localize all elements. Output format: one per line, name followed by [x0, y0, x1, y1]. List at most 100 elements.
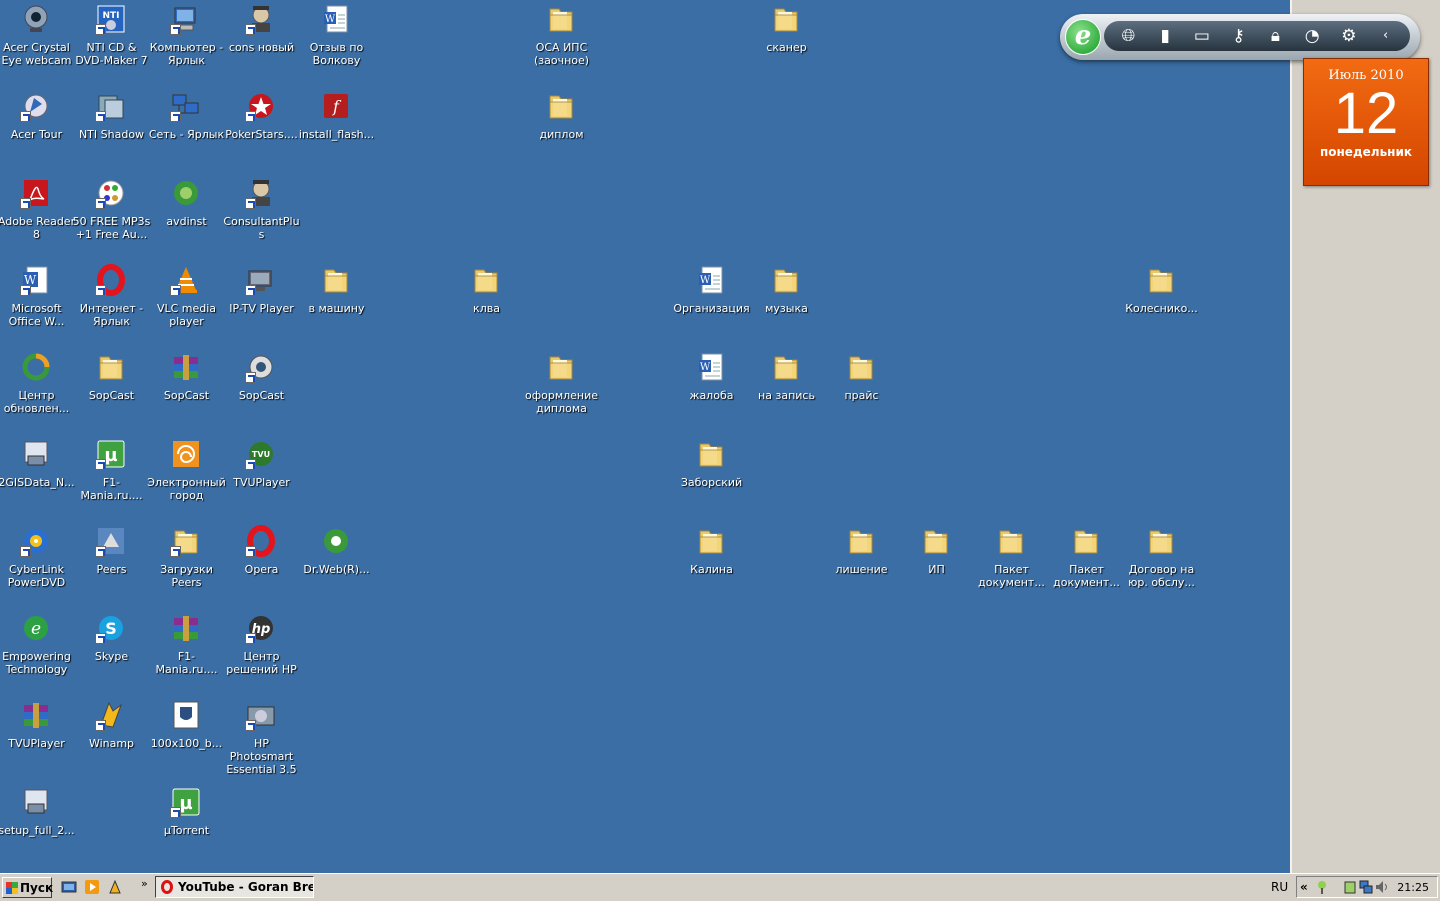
desktop-icon[interactable]: setup_full_2...: [0, 783, 75, 869]
desktop-icon-label: жалоба: [689, 389, 734, 402]
desktop-icon[interactable]: оформление диплома: [524, 348, 599, 434]
desktop-icon-label: Opera: [244, 563, 279, 576]
gauge-icon[interactable]: ◔: [1299, 23, 1325, 49]
desktop-icon[interactable]: Opera: [224, 522, 299, 608]
calendar-weekday: понедельник: [1319, 145, 1412, 159]
desktop-icon[interactable]: HP Photosmart Essential 3.5: [224, 696, 299, 782]
desktop-icon-label: TVUPlayer: [8, 737, 65, 750]
empowering-logo-icon[interactable]: e: [1065, 19, 1101, 55]
desktop-icon[interactable]: SopCast: [74, 348, 149, 434]
desktop-icon[interactable]: Adobe Reader 8: [0, 174, 75, 260]
calendar-gadget[interactable]: Июль 2010 12 понедельник: [1303, 58, 1429, 186]
desktop-icon[interactable]: W Microsoft Office W...: [0, 261, 74, 347]
desktop-icon[interactable]: Winamp: [74, 696, 149, 782]
language-indicator[interactable]: RU: [1271, 880, 1288, 894]
tray-expand-icon[interactable]: «: [1300, 880, 1308, 894]
svg-text:W: W: [700, 275, 711, 286]
desktop-icon[interactable]: SopCast: [149, 348, 224, 434]
desktop-icon[interactable]: ОСА ИПС (заочное): [524, 0, 599, 86]
desktop-icon[interactable]: PokerStars....: [224, 87, 299, 173]
desktop-icon[interactable]: Dr.Web(R)...: [299, 522, 374, 608]
desktop-icon[interactable]: S Skype: [74, 609, 149, 695]
desktop-icon[interactable]: µ µTorrent: [149, 783, 224, 869]
desktop-icon[interactable]: Электронный город: [147, 435, 226, 521]
desktop-icon[interactable]: Загрузки Peers: [149, 522, 224, 608]
desktop-icon[interactable]: Колеснико...: [1124, 261, 1199, 347]
desktop-icon[interactable]: IP-TV Player: [224, 261, 299, 347]
desktop-icon[interactable]: F1-Mania.ru....: [149, 609, 224, 695]
globe-icon[interactable]: 🌐︎: [1115, 23, 1141, 49]
desktop-icon[interactable]: µ F1-Mania.ru....: [74, 435, 149, 521]
desktop-icon[interactable]: Интернет - Ярлык: [74, 261, 149, 347]
desktop-icon[interactable]: Acer Tour: [0, 87, 74, 173]
folder-icon: [995, 525, 1027, 557]
desktop-icon[interactable]: f install_flash...: [299, 87, 374, 173]
desktop-icon[interactable]: Центр обновлен...: [0, 348, 74, 434]
svg-text:W: W: [325, 14, 336, 25]
desktop-icon[interactable]: avdinst: [149, 174, 224, 260]
quick-launch-chevron-icon[interactable]: »: [141, 877, 148, 890]
battery-icon[interactable]: ▮: [1152, 23, 1178, 49]
desktop-icon[interactable]: Компьютер - Ярлык: [149, 0, 224, 86]
desktop-icon[interactable]: Сеть - Ярлык: [149, 87, 224, 173]
desktop-icon[interactable]: 100x100_b...: [149, 696, 224, 782]
desktop-icon[interactable]: прайс: [824, 348, 899, 434]
projector-icon[interactable]: ▭: [1189, 23, 1215, 49]
shortcut-arrow-icon: [95, 546, 106, 557]
desktop-icon[interactable]: ConsultantPlus: [223, 174, 300, 260]
network-status-icon[interactable]: [1315, 880, 1329, 894]
desktop-icon-label: CyberLink PowerDVD: [7, 563, 66, 589]
desktop-icon[interactable]: Пакет документ...: [974, 522, 1049, 608]
shortcut-arrow-icon: [95, 198, 106, 209]
desktop-icon[interactable]: диплом: [524, 87, 599, 173]
volume-icon[interactable]: [1375, 880, 1389, 894]
desktop-icon[interactable]: VLC media player: [149, 261, 224, 347]
shortcut-arrow-icon: [170, 285, 181, 296]
desktop-icon[interactable]: SopCast: [224, 348, 299, 434]
desktop-icon-label: Калина: [690, 563, 733, 576]
desktop-icon[interactable]: клва: [449, 261, 524, 347]
desktop-icon[interactable]: NTI NTI CD & DVD-Maker 7: [74, 0, 149, 86]
desktop-icon[interactable]: hp Центр решений HP: [224, 609, 299, 695]
taskbar-window-button[interactable]: YouTube - Goran Breg...: [155, 876, 314, 898]
desktop-icon[interactable]: e Empowering Technology: [0, 609, 74, 695]
desktop-icon[interactable]: на запись: [749, 348, 824, 434]
key-icon[interactable]: ⚷: [1226, 23, 1252, 49]
gear-icon[interactable]: ⚙: [1336, 23, 1362, 49]
desktop-icon[interactable]: сканер: [749, 0, 824, 86]
desktop-icon[interactable]: лишение: [824, 522, 899, 608]
desktop-icon[interactable]: музыка: [749, 261, 824, 347]
show-desktop-icon[interactable]: [61, 879, 77, 895]
clock[interactable]: 21:25: [1397, 881, 1429, 894]
desktop-icon-label: setup_full_2...: [0, 824, 75, 837]
desktop-icon[interactable]: Wжалоба: [674, 348, 749, 434]
desktop-icon[interactable]: Peers: [74, 522, 149, 608]
winamp-icon[interactable]: [107, 879, 123, 895]
media-player-icon[interactable]: [84, 879, 100, 895]
desktop-icon-label: F1-Mania.ru....: [155, 650, 218, 676]
network-connection-icon[interactable]: [1359, 880, 1373, 894]
desktop-icon[interactable]: 2GISData_N...: [0, 435, 75, 521]
word-doc-icon: W: [320, 3, 352, 35]
svg-text:TVU: TVU: [252, 450, 270, 459]
desktop-icon[interactable]: W Организация: [673, 261, 750, 347]
desktop-icon[interactable]: Пакет документ...: [1049, 522, 1124, 608]
desktop-icon[interactable]: Acer Crystal Eye webcam: [0, 0, 74, 86]
desktop-icon[interactable]: Калина: [674, 522, 749, 608]
folder-icon: [770, 3, 802, 35]
desktop-icon[interactable]: Заборский: [674, 435, 749, 521]
desktop-icon[interactable]: NTI Shadow: [74, 87, 149, 173]
desktop-icon[interactable]: ИП: [899, 522, 974, 608]
desktop-icon[interactable]: TVU TVUPlayer: [224, 435, 299, 521]
start-button[interactable]: Пуск: [2, 877, 53, 898]
desktop-icon[interactable]: cons новый: [224, 0, 299, 86]
desktop-icon[interactable]: в машину: [299, 261, 374, 347]
desktop-icon[interactable]: CyberLink PowerDVD: [0, 522, 74, 608]
desktop-icon[interactable]: Договор на юр. обслу...: [1124, 522, 1199, 608]
collapse-icon[interactable]: ‹: [1373, 23, 1399, 49]
removable-device-icon[interactable]: [1343, 880, 1357, 894]
desktop-icon[interactable]: W Отзыв по Волкову: [299, 0, 374, 86]
desktop-icon[interactable]: 50 FREE MP3s +1 Free Au...: [73, 174, 150, 260]
desktop-icon[interactable]: TVUPlayer: [0, 696, 74, 782]
lock-icon[interactable]: 🔒︎: [1262, 23, 1288, 49]
